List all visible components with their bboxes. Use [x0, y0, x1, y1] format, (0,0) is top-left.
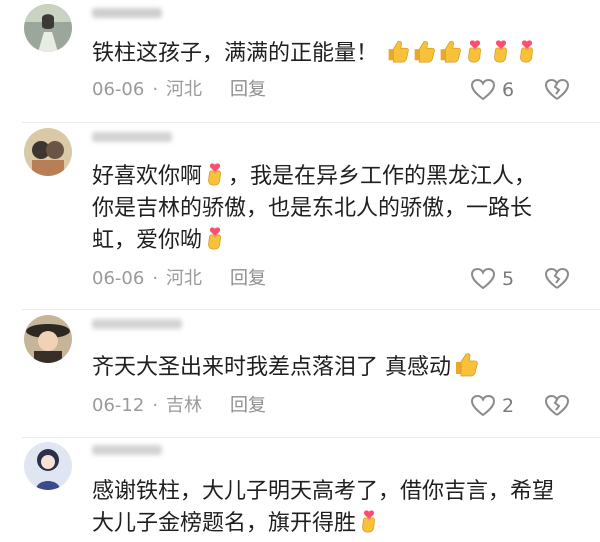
avatar[interactable] [24, 315, 72, 363]
emoji-row [384, 41, 540, 66]
thumbs-up-icon [410, 38, 436, 64]
finger-heart-icon [202, 225, 228, 251]
finger-heart-icon [462, 38, 488, 64]
reply-button[interactable]: 回复 [230, 394, 266, 418]
finger-heart-icon [202, 161, 228, 187]
comment-location: 吉林 [166, 395, 203, 416]
divider [22, 122, 600, 123]
like-button[interactable]: 5 [470, 266, 514, 292]
username[interactable] [92, 318, 182, 334]
comment-meta: 06-06 · 河北 回复 [92, 78, 266, 102]
heart-outline-icon [470, 394, 496, 417]
thumbs-up-icon [436, 38, 462, 64]
separator-dot: · [152, 268, 159, 289]
divider [22, 309, 600, 310]
heart-outline-icon [470, 267, 496, 290]
reply-button[interactable]: 回复 [230, 78, 266, 102]
comment-meta: 06-06 · 河北 回复 [92, 267, 266, 291]
comment-text: 感谢铁柱，大儿子明天高考了，借你吉言，希望 大儿子金榜题名，旗开得胜 [92, 479, 555, 536]
username[interactable] [92, 131, 172, 147]
comment-text: 好喜欢你啊 ，我是在异乡工作的黑龙江人， 你是吉林的骄傲，也是东北人的骄傲，一路长… [92, 161, 562, 257]
comment-text: 铁柱这孩子，满满的正能量！ [92, 38, 562, 70]
thumbs-up-icon [384, 38, 410, 64]
like-count: 2 [502, 395, 515, 417]
like-button[interactable]: 6 [470, 77, 514, 103]
finger-heart-icon [356, 508, 382, 534]
reply-button[interactable]: 回复 [230, 267, 266, 291]
comment-date: 06-06 [92, 268, 145, 289]
username[interactable] [92, 444, 162, 460]
like-button[interactable]: 2 [470, 393, 514, 419]
avatar[interactable] [24, 4, 72, 52]
comment-date: 06-12 [92, 395, 145, 416]
avatar[interactable] [24, 442, 72, 490]
heart-outline-icon [470, 78, 496, 101]
separator-dot: · [152, 395, 159, 416]
separator-dot: · [152, 79, 159, 100]
like-count: 6 [502, 79, 515, 101]
username[interactable] [92, 7, 162, 23]
divider [22, 437, 600, 438]
broken-heart-outline-icon[interactable] [544, 266, 570, 292]
finger-heart-icon [488, 38, 514, 64]
finger-heart-icon [514, 38, 540, 64]
broken-heart-outline-icon[interactable] [544, 393, 570, 419]
avatar[interactable] [24, 128, 72, 176]
comment-text: 齐天大圣出来时我差点落泪了 真感动 [92, 350, 562, 384]
broken-heart-outline-icon[interactable] [544, 77, 570, 103]
like-count: 5 [502, 268, 515, 290]
thumbs-up-icon [451, 350, 479, 378]
comment-date: 06-06 [92, 79, 145, 100]
comment-location: 河北 [166, 268, 203, 289]
comment-location: 河北 [166, 79, 203, 100]
comment-meta: 06-12 · 吉林 回复 [92, 394, 266, 418]
